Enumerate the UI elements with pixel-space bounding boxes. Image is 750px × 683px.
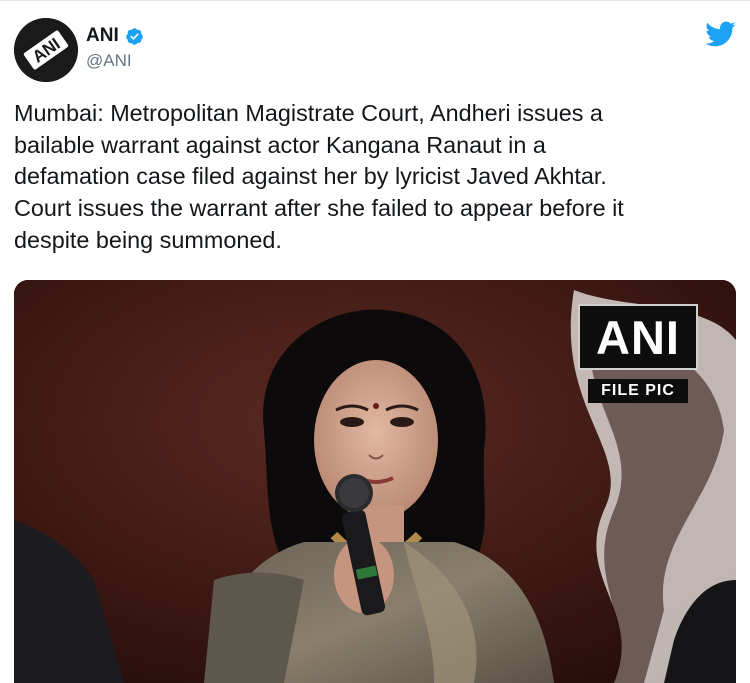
watermark-logo: ANI bbox=[578, 304, 698, 370]
author-avatar[interactable]: ANI bbox=[14, 18, 78, 82]
twitter-bird-icon[interactable] bbox=[704, 18, 736, 50]
tweet-card: ANI ANI @ANI Mumbai: Metropolitan Magist… bbox=[0, 0, 750, 683]
verified-badge-icon bbox=[125, 27, 144, 46]
tweet-text: Mumbai: Metropolitan Magistrate Court, A… bbox=[14, 100, 624, 253]
watermark-file-pic-label: FILE PIC bbox=[588, 379, 688, 403]
author-block: ANI @ANI bbox=[86, 25, 144, 71]
photo-watermark: ANI FILE PIC bbox=[578, 304, 698, 408]
author-name[interactable]: ANI bbox=[86, 25, 119, 47]
author-handle[interactable]: @ANI bbox=[86, 51, 144, 71]
